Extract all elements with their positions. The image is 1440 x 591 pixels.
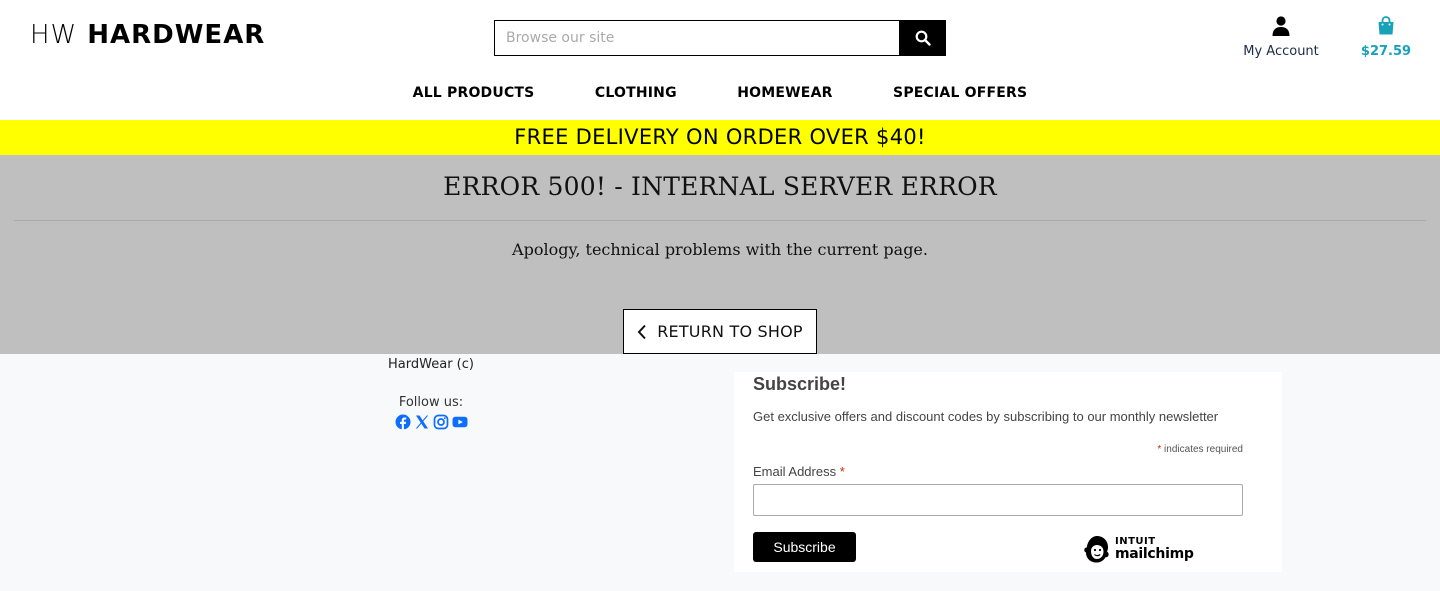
- required-note: * indicates required: [1157, 444, 1243, 455]
- social-links: [331, 414, 531, 430]
- email-label-text: Email Address: [753, 464, 840, 479]
- main-nav: ALL PRODUCTS CLOTHING HOMEWEAR SPECIAL O…: [0, 84, 1440, 102]
- error-title: ERROR 500! - INTERNAL SERVER ERROR: [443, 172, 997, 201]
- site-logo[interactable]: HW HARDWEAR: [30, 20, 265, 50]
- user-icon: [1272, 16, 1290, 36]
- return-to-shop-label: RETURN TO SHOP: [657, 322, 803, 341]
- follow-us-label: Follow us:: [398, 395, 464, 410]
- email-label: Email Address *: [753, 464, 845, 479]
- nav-homewear[interactable]: HOMEWEAR: [737, 85, 832, 101]
- site-header: HW HARDWEAR My Account $27.59 ALL PRODUC…: [0, 0, 1440, 120]
- logo-mark: HW: [30, 20, 78, 50]
- return-to-shop-button[interactable]: RETURN TO SHOP: [623, 309, 817, 354]
- email-field[interactable]: [753, 484, 1243, 516]
- delivery-banner: FREE DELIVERY ON ORDER OVER $40!: [0, 120, 1440, 155]
- footer-info: HardWear (c) Follow us:: [331, 357, 531, 430]
- copyright-text: HardWear (c): [388, 357, 474, 372]
- logo-name: HARDWEAR: [87, 20, 266, 50]
- facebook-icon[interactable]: [395, 414, 411, 430]
- nav-special-offers[interactable]: SPECIAL OFFERS: [893, 85, 1027, 101]
- mailchimp-logo[interactable]: INTUIT mailchimp: [1083, 534, 1194, 564]
- search-input[interactable]: [494, 20, 899, 56]
- my-account-link[interactable]: My Account: [1230, 16, 1332, 59]
- chevron-left-icon: [637, 324, 646, 339]
- x-icon[interactable]: [414, 414, 430, 430]
- account-label: My Account: [1243, 44, 1319, 59]
- instagram-icon[interactable]: [433, 414, 449, 430]
- subscribe-description: Get exclusive offers and discount codes …: [753, 409, 1219, 424]
- required-note-text: indicates required: [1161, 444, 1243, 455]
- bag-total: $27.59: [1360, 44, 1412, 59]
- delivery-banner-text: FREE DELIVERY ON ORDER OVER $40!: [514, 125, 926, 149]
- error-message: Apology, technical problems with the cur…: [512, 240, 928, 259]
- search-bar: [494, 20, 946, 56]
- subscribe-title: Subscribe!: [753, 374, 847, 394]
- error-section: ERROR 500! - INTERNAL SERVER ERROR Apolo…: [0, 155, 1440, 354]
- mailchimp-wordmark: INTUIT mailchimp: [1115, 537, 1194, 562]
- subscribe-button[interactable]: Subscribe: [753, 532, 856, 562]
- email-required-asterisk: *: [839, 464, 845, 479]
- nav-clothing[interactable]: CLOTHING: [595, 85, 677, 101]
- newsletter-signup: Subscribe! Get exclusive offers and disc…: [734, 372, 1282, 572]
- search-icon: [915, 30, 931, 46]
- search-button[interactable]: [899, 20, 946, 56]
- divider: [14, 220, 1426, 221]
- mailchimp-label: mailchimp: [1115, 546, 1194, 562]
- shopping-bag-icon: [1378, 16, 1394, 35]
- nav-all-products[interactable]: ALL PRODUCTS: [413, 85, 535, 101]
- shopping-bag-link[interactable]: $27.59: [1354, 16, 1418, 59]
- mailchimp-icon: [1084, 536, 1109, 563]
- youtube-icon[interactable]: [452, 414, 468, 430]
